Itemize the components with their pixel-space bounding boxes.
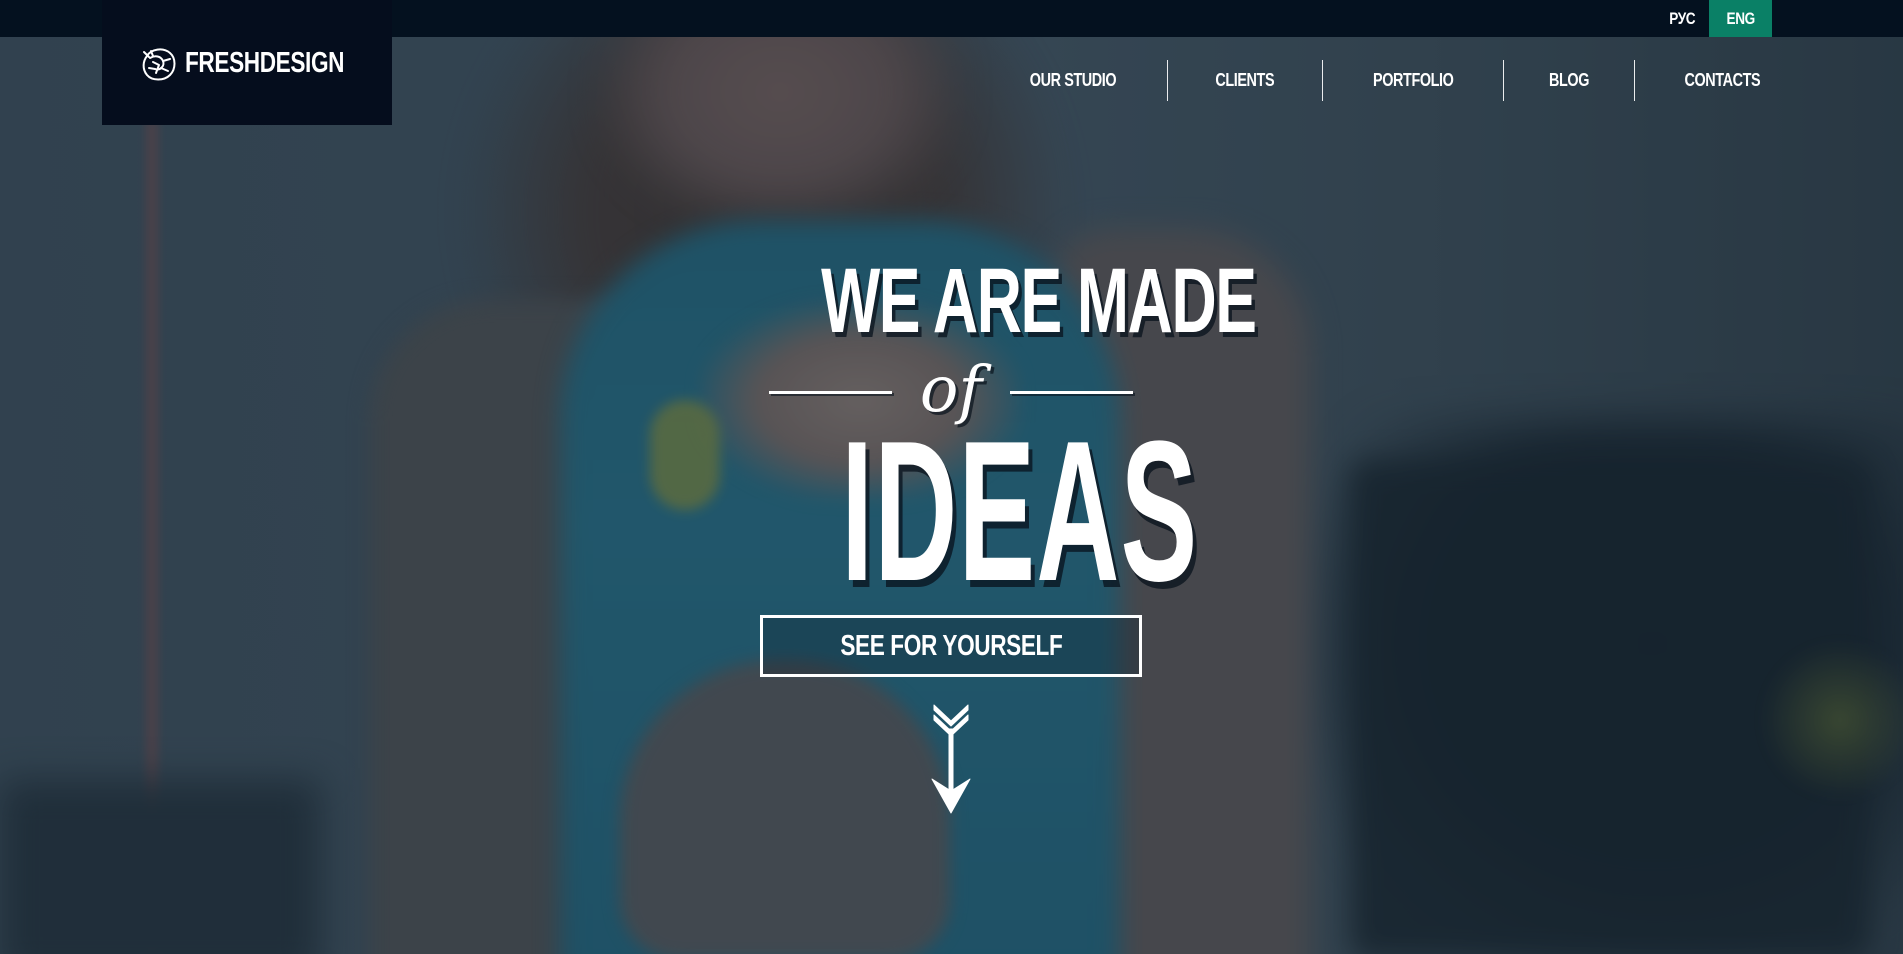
brand-name: FRESHDESIGN xyxy=(185,47,345,79)
nav-item-label: PORTFOLIO xyxy=(1372,70,1454,90)
decorative-line-right xyxy=(1010,391,1133,394)
logo: FRESHDESIGN xyxy=(139,44,355,84)
cta-label: SEE FOR YOURSELF xyxy=(839,630,1063,662)
language-en-button[interactable]: ENG xyxy=(1708,0,1772,37)
language-switcher: РУС ENG xyxy=(1656,0,1772,37)
hero-content: WE ARE MADE of IDEAS SEE FOR YOURSELF xyxy=(760,250,1257,815)
logo-link[interactable]: FRESHDESIGN xyxy=(102,0,392,125)
nav-item-label: CLIENTS xyxy=(1215,70,1275,90)
language-ru-button[interactable]: РУС xyxy=(1661,0,1703,37)
nav-item-blog[interactable]: BLOG xyxy=(1503,60,1634,101)
nav-item-label: OUR STUDIO xyxy=(1030,70,1117,90)
nav-item-our-studio[interactable]: OUR STUDIO xyxy=(979,60,1167,101)
nav-item-label: CONTACTS xyxy=(1684,70,1761,90)
globe-brain-icon xyxy=(142,47,176,80)
nav-item-portfolio[interactable]: PORTFOLIO xyxy=(1321,60,1504,101)
language-en-label: ENG xyxy=(1726,9,1755,28)
main-nav: OUR STUDIO CLIENTS PORTFOLIO BLOG CONTAC… xyxy=(979,60,1770,101)
headline-top: WE ARE MADE xyxy=(821,250,1257,352)
arrow-down-icon[interactable] xyxy=(928,703,974,815)
see-for-yourself-button[interactable]: SEE FOR YOURSELF xyxy=(760,615,1142,677)
nav-item-contacts[interactable]: CONTACTS xyxy=(1634,60,1770,101)
nav-item-clients[interactable]: CLIENTS xyxy=(1167,60,1322,101)
headline-main: IDEAS xyxy=(841,400,1199,623)
nav-item-label: BLOG xyxy=(1549,70,1590,90)
